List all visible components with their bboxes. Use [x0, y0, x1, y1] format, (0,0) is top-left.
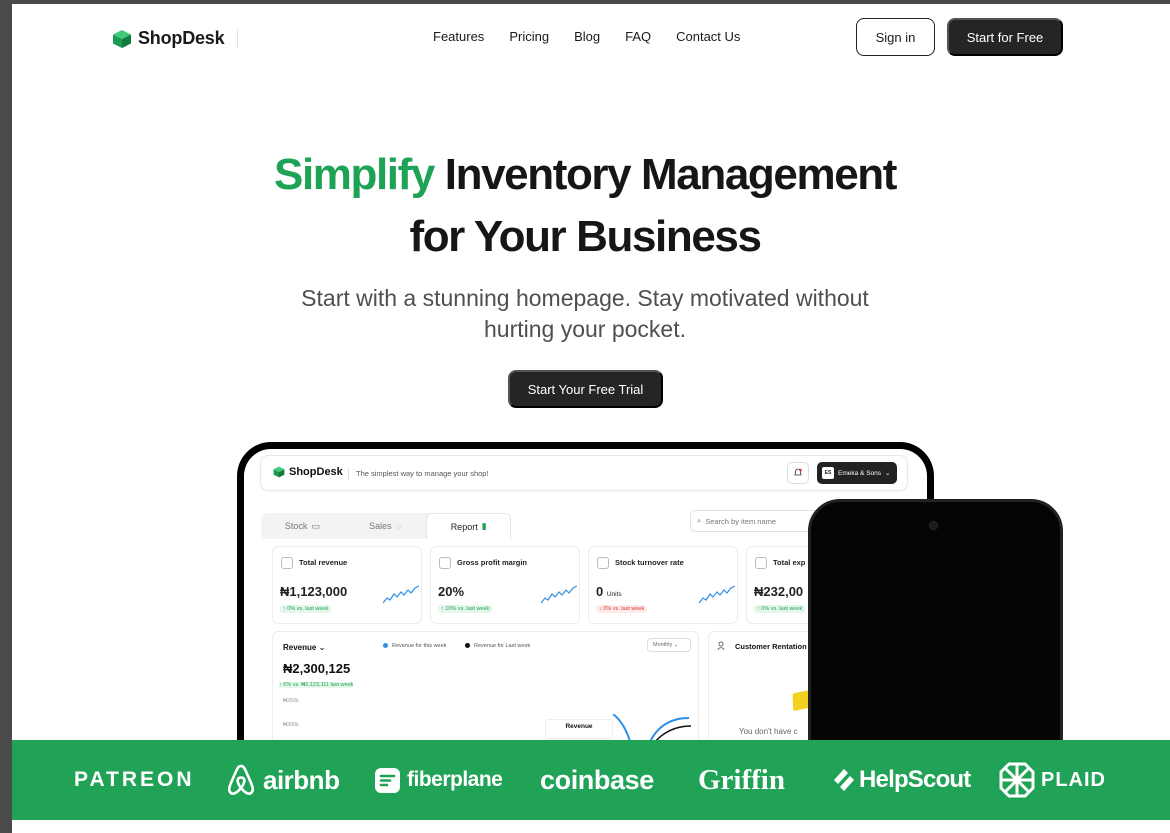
hero-title: Simplify Inventory Management for Your B… [12, 144, 1158, 268]
cube-logo-icon [113, 29, 131, 48]
tab-stock-label: Stock [284, 521, 308, 531]
bell-icon [794, 468, 802, 476]
fiberplane-logo: fiberplane [375, 740, 503, 820]
y-tick: ₦250k [283, 698, 299, 704]
check-circle-icon: ◌ [395, 521, 401, 531]
hero-subtitle: Start with a stunning homepage. Stay mot… [12, 283, 1158, 345]
wallet-icon [755, 557, 767, 569]
wallet-icon [281, 557, 293, 569]
helpscout-text: HelpScout [859, 766, 971, 793]
hero-title-line1: Inventory Management [444, 150, 898, 199]
chevron-down-icon: ⌄ [885, 470, 891, 477]
percent-icon [439, 557, 451, 569]
sparkline [699, 585, 735, 604]
helpscout-icon [834, 769, 854, 791]
metric-change: ↑ 10% vs. last week [438, 605, 493, 613]
top-nav: ShopDesk Features Pricing Blog FAQ Conta… [12, 4, 1170, 70]
trend-icon [597, 557, 609, 569]
coinbase-logo: coinbase [540, 764, 654, 795]
nav-faq[interactable]: FAQ [625, 29, 651, 44]
start-free-button[interactable]: Start for Free [947, 18, 1063, 56]
camera-icon [929, 521, 938, 530]
user-name: Emeka & Sons [838, 469, 881, 477]
plaid-icon [999, 762, 1035, 798]
cube-logo-icon [273, 466, 285, 478]
box-icon: ▭ [311, 520, 320, 531]
airbnb-text: airbnb [263, 764, 340, 795]
metric-label: Total revenue [299, 558, 348, 567]
empty-state-text: You don't have c [739, 727, 798, 736]
user-menu[interactable]: ES Emeka & Sons ⌄ [817, 462, 897, 484]
tab-report[interactable]: Report ▮ [426, 513, 512, 539]
nav-features[interactable]: Features [433, 29, 484, 44]
avatar: ES [822, 467, 834, 479]
metric-value: ₦1,123,000 [280, 584, 348, 599]
dashboard-header: ShopDesk The simplest way to manage your… [260, 455, 908, 491]
hero-subtitle-line1: Start with a stunning homepage. Stay mot… [301, 285, 869, 311]
plaid-text: PLAID [1041, 768, 1106, 791]
metric-label: Gross profit margin [457, 558, 528, 567]
legend-last-week: Revenue for Last week [465, 643, 530, 649]
nav-divider [237, 30, 238, 48]
search-icon: ⌕ [697, 516, 702, 525]
metric-card-revenue: Total revenue ₦1,123,000 ↑ 0% vs. last w… [272, 546, 422, 624]
logo[interactable]: ShopDesk [112, 28, 225, 49]
hero-subtitle-line2: hurting your pocket. [483, 316, 686, 342]
hero-title-line2: for Your Business [409, 212, 762, 261]
dashboard-divider [348, 468, 349, 480]
airbnb-logo: airbnb [225, 740, 340, 820]
patreon-logo: PATREON [74, 768, 195, 791]
metric-change: ↓ 0% vs. last week [596, 605, 648, 613]
dashboard-tabs: Stock ▭ Sales ◌ Report ▮ [261, 513, 512, 539]
plaid-logo: PLAID [999, 740, 1106, 820]
bar-chart-icon: ▮ [481, 521, 487, 531]
griffin-logo: Griffin [698, 763, 785, 796]
helpscout-logo: HelpScout [832, 740, 971, 820]
tab-stock[interactable]: Stock ▭ [261, 513, 344, 539]
free-trial-button[interactable]: Start Your Free Trial [508, 370, 663, 408]
metric-card-margin: Gross profit margin 20% ↑ 10% vs. last w… [430, 546, 580, 624]
notification-button[interactable] [787, 462, 809, 484]
tab-sales-label: Sales [369, 521, 392, 531]
metric-value: 0 Units [596, 584, 622, 599]
airbnb-icon [227, 764, 255, 795]
customer-title: Customer Rentation [735, 642, 807, 651]
revenue-title[interactable]: Revenue ⌄ [283, 643, 325, 652]
dashboard-logo-text: ShopDesk [289, 466, 343, 478]
revenue-change: ↑ 6% vs. ₦2,123,111 last week [279, 682, 354, 688]
metric-label: Total exp [773, 558, 806, 567]
tab-sales[interactable]: Sales ◌ [344, 513, 427, 539]
sign-in-button[interactable]: Sign in [856, 18, 935, 56]
page: ShopDesk Features Pricing Blog FAQ Conta… [12, 4, 1170, 833]
hero-title-highlight: Simplify [274, 150, 435, 199]
revenue-value: ₦2,300,125 [283, 661, 351, 676]
metric-label: Stock turnover rate [615, 558, 684, 567]
users-icon [717, 641, 725, 651]
chart-tooltip: Revenue [545, 719, 613, 739]
metric-value: ₦232,00 [754, 584, 804, 599]
nav-blog[interactable]: Blog [574, 29, 600, 44]
period-select[interactable]: Monthly ⌄ [647, 638, 691, 652]
sparkline [383, 585, 419, 604]
metric-card-turnover: Stock turnover rate 0 Units ↓ 0% vs. las… [588, 546, 738, 624]
partner-logos: PATREON airbnb fiberplane coinbase Griff… [12, 740, 1170, 820]
y-tick: ₦200k [283, 722, 299, 728]
logo-text: ShopDesk [138, 28, 225, 48]
dashboard-tagline: The simplest way to manage your shop! [356, 469, 489, 478]
nav-links: Features Pricing Blog FAQ Contact Us [433, 29, 740, 44]
nav-contact[interactable]: Contact Us [676, 29, 740, 44]
metric-value: 20% [438, 584, 465, 599]
metric-change: ↑ 0% vs. last week [754, 605, 806, 613]
fiberplane-icon [375, 767, 400, 793]
sparkline [541, 585, 577, 604]
search-input[interactable]: Search by item name [705, 517, 776, 526]
metric-cards: Total revenue ₦1,123,000 ↑ 0% vs. last w… [272, 546, 896, 624]
nav-pricing[interactable]: Pricing [509, 29, 549, 44]
dashboard-logo: ShopDesk [273, 466, 343, 478]
legend-this-week: Revenue for this week [383, 643, 446, 649]
metric-change: ↑ 0% vs. last week [280, 605, 332, 613]
tab-report-label: Report [450, 521, 478, 532]
fiberplane-text: fiberplane [407, 768, 503, 791]
